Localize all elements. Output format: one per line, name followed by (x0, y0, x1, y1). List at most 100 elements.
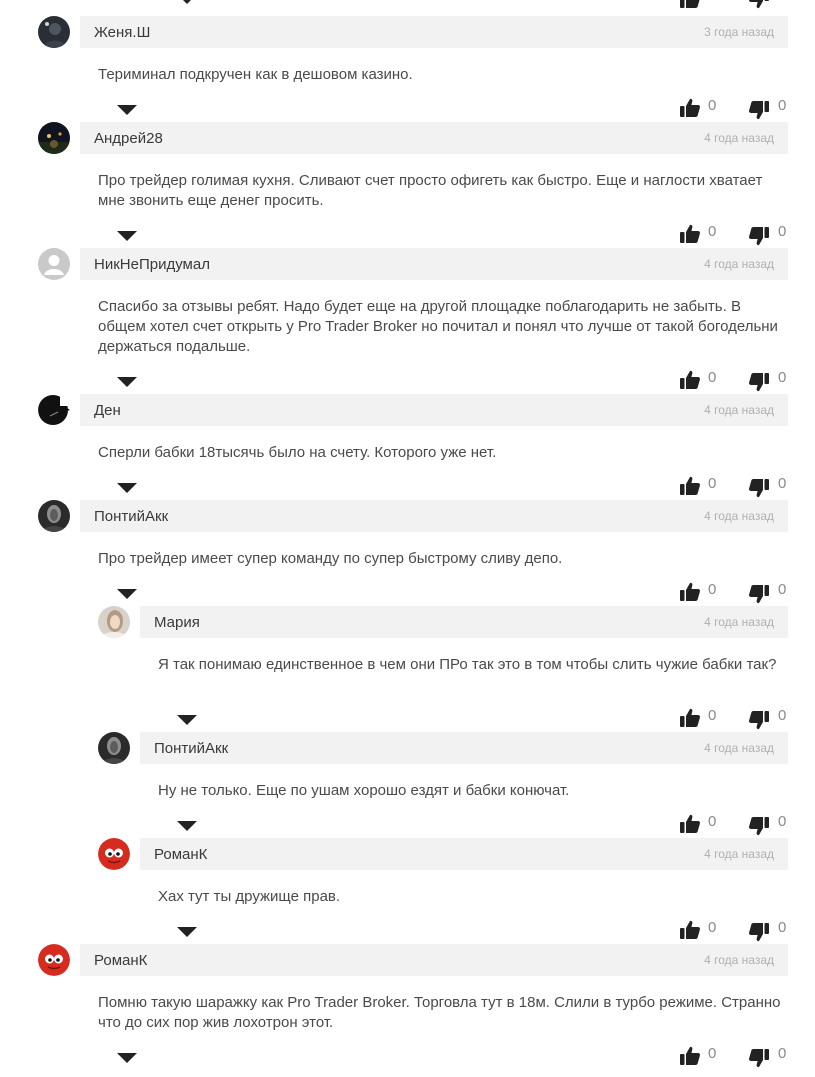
default-user-avatar[interactable] (38, 248, 70, 280)
comment-time: 4 года назад (704, 403, 774, 417)
dislike-count: 0 (778, 0, 792, 3)
thumbs-down-icon[interactable] (748, 99, 770, 121)
dislike-count: 0 (778, 581, 787, 598)
thumbs-down-icon[interactable] (748, 0, 770, 10)
reply-toggle-icon[interactable] (116, 587, 138, 601)
red-cartoon-avatar[interactable] (98, 838, 130, 870)
thumbs-down-icon[interactable] (748, 583, 770, 605)
dislike-count: 0 (778, 97, 787, 114)
author-name[interactable]: РоманК (154, 846, 207, 863)
comment-header: ПонтийАкк 4 года назад (140, 732, 788, 764)
thumbs-up-icon[interactable] (679, 0, 701, 10)
thumbs-down-icon[interactable] (748, 371, 770, 393)
comment-item: РоманК 4 года назад Хах тут ты дружище пра… (0, 838, 815, 949)
dark-photo-avatar[interactable] (38, 16, 70, 48)
author-name[interactable]: Андрей28 (94, 130, 163, 147)
comment-time: 4 года назад (704, 257, 774, 271)
author-name[interactable]: РоманК (94, 952, 147, 969)
comment-text: Спасибо за отзывы ребят. Надо будет еще … (98, 298, 778, 355)
comment-time: 4 года назад (704, 615, 774, 629)
author-name[interactable]: Женя.Ш (94, 24, 150, 41)
comment-time: 3 года назад (704, 25, 774, 39)
comment-text: Про трейдер голимая кухня. Сливают счет … (98, 172, 763, 209)
comment-header: Андрей28 4 года назад (80, 122, 788, 154)
like-count: 0 (708, 475, 717, 492)
reply-toggle-icon[interactable] (116, 1051, 138, 1065)
comment-text: Про трейдер имеет супер команду по супер… (98, 550, 563, 567)
comment-item: Мария 4 года назад Я так понимаю единствен… (0, 606, 815, 737)
thumbs-down-icon[interactable] (748, 709, 770, 731)
comment-header: РоманК 4 года назад (80, 944, 788, 976)
comment-time: 4 года назад (704, 953, 774, 967)
portrait-avatar[interactable] (98, 732, 130, 764)
thumbs-up-icon[interactable] (679, 1045, 701, 1067)
like-count: 0 (708, 813, 717, 830)
thumbs-up-icon[interactable] (679, 581, 701, 603)
reply-toggle-icon[interactable] (176, 925, 198, 939)
silhouette-avatar[interactable] (38, 394, 70, 426)
like-count: 0 (708, 369, 717, 386)
comment-text: Териминал подкручен как в дешовом казино… (98, 66, 413, 83)
comment-item: Андрей28 4 года назад Про трейдер голимая … (0, 122, 815, 253)
thumbs-up-icon[interactable] (679, 223, 701, 245)
reply-toggle-icon[interactable] (176, 819, 198, 833)
thumbs-up-icon[interactable] (679, 707, 701, 729)
comment-text: Ну не только. Еще по ушам хорошо ездят и… (158, 782, 570, 799)
reply-toggle-icon[interactable] (116, 103, 138, 117)
comment-item: НикНеПридумал 4 года назад Спасибо за отзы… (0, 248, 815, 399)
dislike-count: 0 (778, 707, 787, 724)
comment-time: 4 года назад (704, 131, 774, 145)
comment-time: 4 года назад (704, 509, 774, 523)
comment-text: Помню такую шаражку как Pro Trader Broke… (98, 994, 781, 1031)
like-count: 0 (708, 581, 717, 598)
comment-item: ПонтийАкк 4 года назад Про трейдер имеет с… (0, 500, 815, 611)
reply-toggle-icon[interactable] (116, 375, 138, 389)
dislike-count: 0 (778, 369, 787, 386)
like-count: 0 (708, 1045, 717, 1062)
thumbs-up-icon[interactable] (679, 475, 701, 497)
comment-text: Хах тут ты дружище прав. (158, 888, 341, 905)
like-count: 0 (708, 97, 717, 114)
comment-time: 4 года назад (704, 847, 774, 861)
comment-header: ПонтийАкк 4 года назад (80, 500, 788, 532)
thumbs-down-icon[interactable] (748, 815, 770, 837)
comments-list: 0 0 Женя.Ш 3 года назад Териминал подкруче… (0, 0, 815, 1077)
author-name[interactable]: Мария (154, 614, 200, 631)
red-cartoon-avatar[interactable] (38, 944, 70, 976)
dislike-count: 0 (778, 919, 787, 936)
portrait-avatar[interactable] (38, 500, 70, 532)
night-photo-avatar[interactable] (38, 122, 70, 154)
like-count: 0 (708, 707, 717, 724)
thumbs-up-icon[interactable] (679, 97, 701, 119)
author-name[interactable]: ПонтийАкк (154, 740, 228, 757)
thumbs-down-icon[interactable] (748, 477, 770, 499)
thumbs-up-icon[interactable] (679, 369, 701, 391)
thumbs-down-icon[interactable] (748, 225, 770, 247)
author-name[interactable]: Ден (94, 402, 121, 419)
thumbs-down-icon[interactable] (748, 1047, 770, 1069)
reply-toggle-icon[interactable] (176, 0, 198, 6)
reply-toggle-icon[interactable] (116, 229, 138, 243)
like-count: 0 (708, 0, 722, 3)
comment-header: Ден 4 года назад (80, 394, 788, 426)
comment-header: РоманК 4 года назад (140, 838, 788, 870)
woman-photo-avatar[interactable] (98, 606, 130, 638)
reply-toggle-icon[interactable] (116, 481, 138, 495)
thumbs-up-icon[interactable] (679, 919, 701, 941)
partial-vote-row: 0 0 (0, 0, 815, 10)
author-name[interactable]: НикНеПридумал (94, 256, 210, 273)
like-count: 0 (708, 223, 717, 240)
comment-header: Мария 4 года назад (140, 606, 788, 638)
comment-header: Женя.Ш 3 года назад (80, 16, 788, 48)
dislike-count: 0 (778, 475, 787, 492)
reply-toggle-icon[interactable] (176, 713, 198, 727)
thumbs-down-icon[interactable] (748, 921, 770, 943)
comment-time: 4 года назад (704, 741, 774, 755)
comment-header: НикНеПридумал 4 года назад (80, 248, 788, 280)
comment-item: Женя.Ш 3 года назад Териминал подкручен ка… (0, 16, 815, 127)
dislike-count: 0 (778, 1045, 787, 1062)
thumbs-up-icon[interactable] (679, 813, 701, 835)
like-count: 0 (708, 919, 717, 936)
comment-item: ПонтийАкк 4 года назад Ну не только. Еще п… (0, 732, 815, 843)
author-name[interactable]: ПонтийАкк (94, 508, 168, 525)
